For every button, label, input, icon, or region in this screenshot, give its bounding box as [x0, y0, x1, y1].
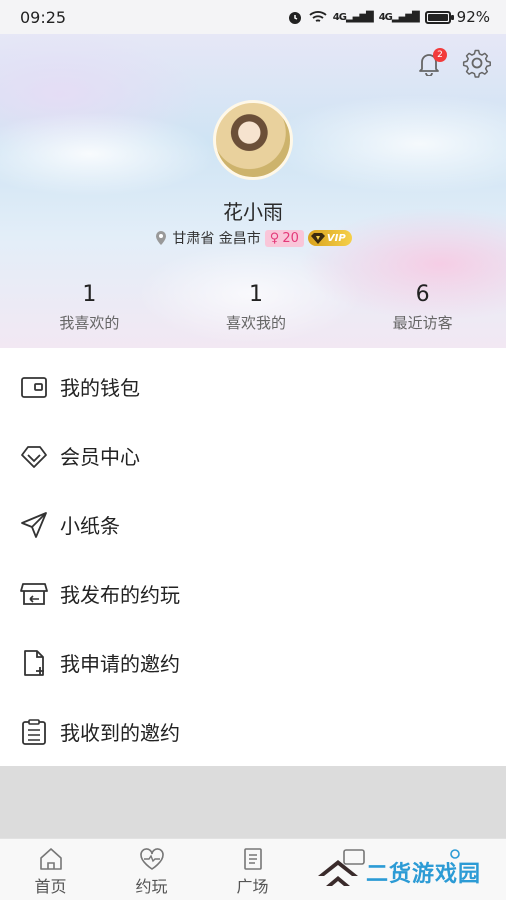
vip-diamond-icon	[310, 233, 325, 244]
location-text: 甘肃省 金昌市	[172, 231, 261, 247]
menu-label: 我申请的邀约	[60, 652, 180, 676]
menu-item-applied-invites[interactable]: 我申请的邀约	[0, 628, 506, 697]
wallet-icon	[21, 376, 47, 398]
watermark-text: 二货游戏园	[366, 862, 482, 887]
profile-info-row: 甘肃省 金昌市 ♀ 20 VIP	[0, 228, 506, 248]
stat-label: 最近访客	[392, 314, 453, 332]
status-bar: 09:25 4G▂▄▆█ 4G▂▄▆█ 92%	[0, 0, 506, 34]
menu-label: 我的钱包	[60, 376, 140, 400]
clipboard-icon	[22, 718, 46, 745]
avatar[interactable]	[213, 100, 293, 180]
menu-label: 小纸条	[60, 514, 120, 538]
diamond-icon	[21, 445, 47, 468]
notification-badge: 2	[433, 48, 447, 62]
menu-item-wallet[interactable]: 我的钱包	[0, 352, 506, 421]
vip-label: VIP	[326, 232, 346, 244]
store-icon	[20, 582, 48, 605]
stat-value: 1	[249, 282, 263, 307]
stat-label: 喜欢我的	[226, 314, 287, 332]
signal-1-icon: 4G▂▄▆█	[332, 11, 374, 23]
female-icon: ♀	[269, 230, 280, 246]
document-icon	[243, 848, 262, 870]
send-icon	[21, 511, 47, 538]
nav-label: 广场	[236, 877, 269, 896]
battery-text: 92%	[456, 8, 490, 26]
battery-icon	[424, 10, 454, 24]
wifi-icon	[309, 11, 327, 22]
username: 花小雨	[223, 200, 283, 224]
nav-label: 约玩	[135, 877, 168, 896]
menu-item-my-posts[interactable]: 我发布的约玩	[0, 559, 506, 628]
age-badge: ♀ 20	[264, 229, 304, 247]
menu-item-notes[interactable]: 小纸条	[0, 490, 506, 559]
profile-header: 2 花小雨 甘肃省 金昌市 ♀ 20 VIP 1 我喜欢的 1 喜欢我的 6 最…	[0, 34, 506, 348]
stat-value: 6	[415, 282, 430, 307]
content-placeholder	[0, 766, 506, 838]
profile-menu: 我的钱包 会员中心 小纸条 我发布的约玩 我申请的邀约 我收到的邀约	[0, 352, 506, 766]
alarm-icon	[288, 12, 301, 24]
nav-play[interactable]: 约玩	[101, 839, 202, 900]
menu-item-vip-center[interactable]: 会员中心	[0, 421, 506, 490]
battery-fill	[427, 13, 448, 21]
watermark-logo-icon	[318, 860, 358, 886]
heart-pulse-icon	[139, 848, 164, 870]
menu-label: 我收到的邀约	[60, 721, 180, 745]
stats-row: 1 我喜欢的 1 喜欢我的 6 最近访客	[0, 280, 506, 333]
menu-label: 会员中心	[60, 445, 140, 469]
menu-item-received-invites[interactable]: 我收到的邀约	[0, 697, 506, 766]
nav-home[interactable]: 首页	[0, 839, 101, 900]
stat-label: 我喜欢的	[59, 314, 120, 332]
watermark: 二货游戏园	[316, 850, 481, 894]
age-value: 20	[282, 230, 299, 246]
home-icon	[39, 848, 62, 870]
settings-gear-icon[interactable]	[462, 48, 492, 78]
stat-i-like[interactable]: 1 我喜欢的	[6, 280, 173, 333]
nav-label: 首页	[34, 877, 67, 896]
stat-recent-visitors[interactable]: 6 最近访客	[339, 280, 506, 333]
nav-square[interactable]: 广场	[202, 839, 303, 900]
signal-2-icon: 4G▂▄▆█	[378, 11, 420, 23]
status-icons: 4G▂▄▆█ 4G▂▄▆█ 92%	[287, 8, 490, 26]
file-add-icon	[24, 649, 44, 676]
stat-likes-me[interactable]: 1 喜欢我的	[173, 280, 340, 333]
status-time: 09:25	[20, 7, 67, 27]
location-pin-icon	[156, 231, 167, 245]
vip-badge: VIP	[307, 230, 352, 246]
menu-label: 我发布的约玩	[60, 583, 180, 607]
stat-value: 1	[82, 282, 97, 307]
